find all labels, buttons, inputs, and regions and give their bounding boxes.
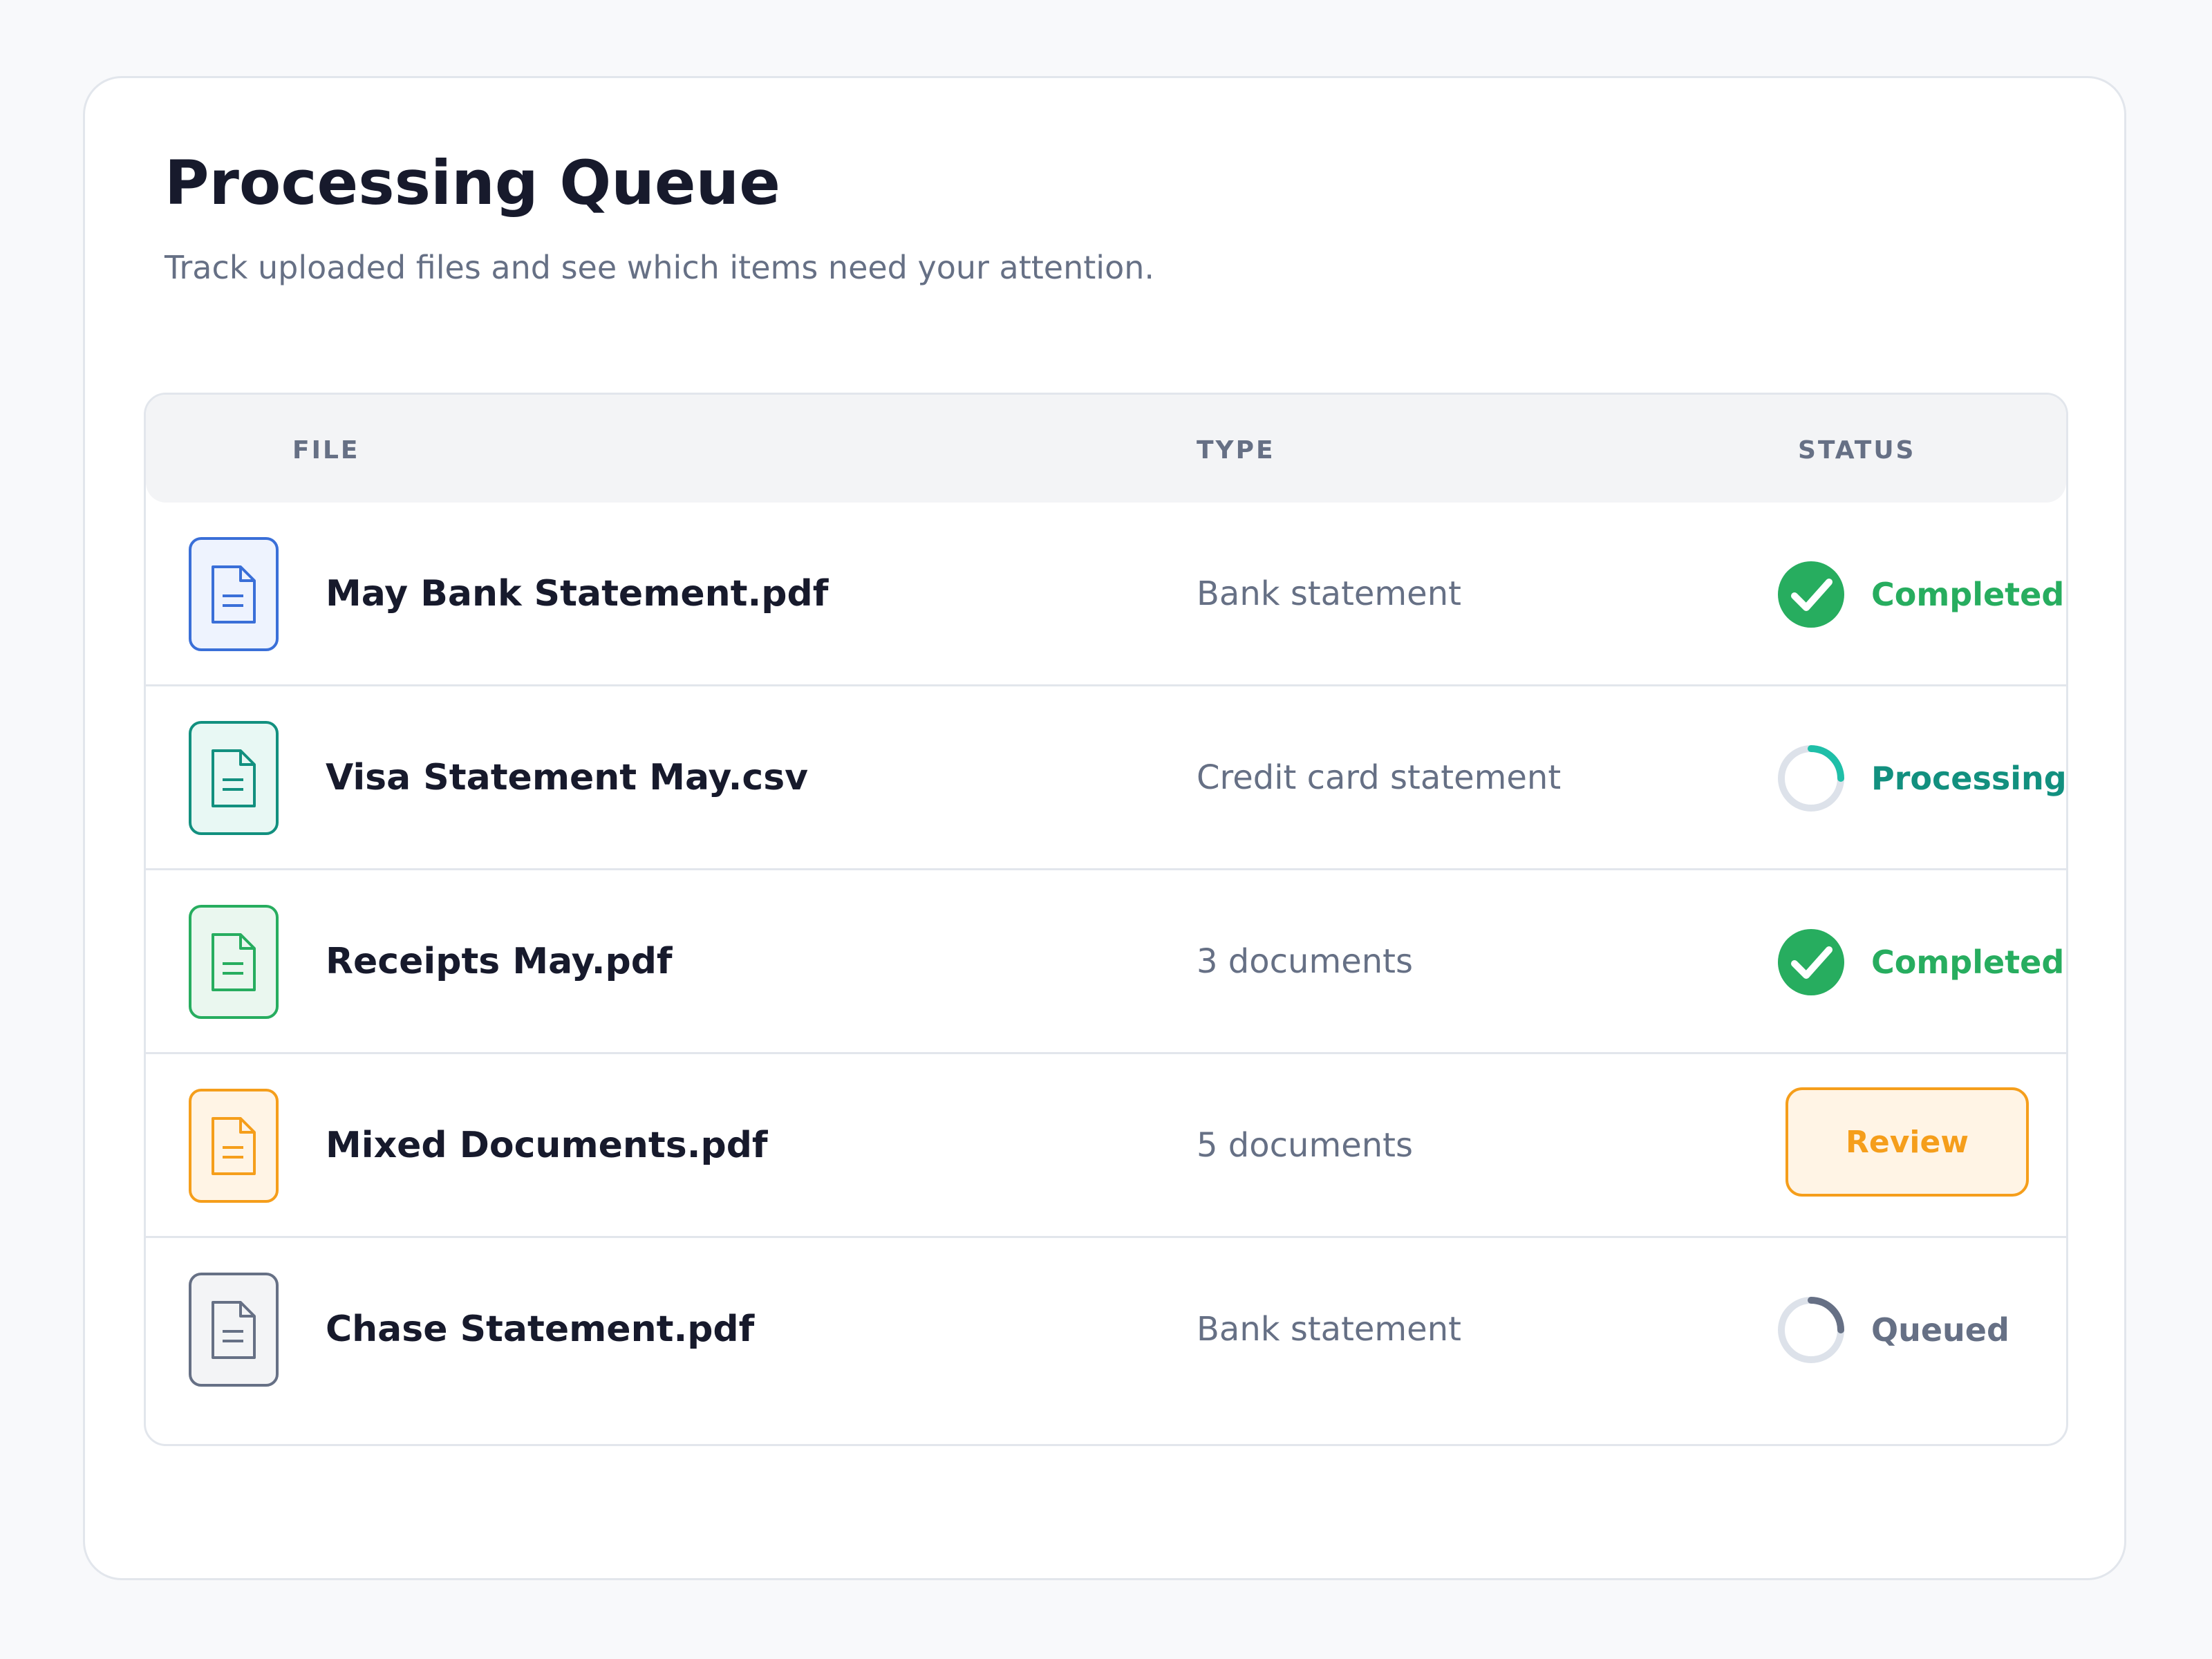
file-name: Visa Statement May.csv: [326, 757, 809, 798]
file-type: 3 documents: [1197, 942, 1413, 981]
check-circle-icon: [1778, 561, 1844, 628]
column-header-type: TYPE: [1197, 436, 1275, 465]
file-type: Bank statement: [1197, 1310, 1461, 1349]
table-row[interactable]: May Bank Statement.pdf Bank statement Co…: [146, 503, 2066, 686]
table-row[interactable]: Mixed Documents.pdf 5 documents Review: [146, 1054, 2066, 1238]
check-circle-icon: [1778, 929, 1844, 995]
file-type: Credit card statement: [1197, 758, 1562, 797]
spinner-icon: [1778, 1297, 1844, 1363]
file-name: Chase Statement.pdf: [326, 1309, 755, 1350]
queue-table: FILE TYPE STATUS May Bank Statement.pdf …: [144, 393, 2068, 1446]
page-title: Processing Queue: [165, 147, 780, 218]
status-label: Processing: [1871, 760, 2067, 797]
file-icon: [189, 537, 279, 651]
table-row[interactable]: Visa Statement May.csv Credit card state…: [146, 686, 2066, 870]
file-type: Bank statement: [1197, 574, 1461, 613]
column-header-file: FILE: [292, 436, 360, 465]
file-icon: [189, 905, 279, 1019]
file-name: Receipts May.pdf: [326, 941, 673, 982]
file-name: Mixed Documents.pdf: [326, 1125, 768, 1166]
status-label: Queued: [1871, 1311, 2009, 1349]
table-row[interactable]: Chase Statement.pdf Bank statement Queue…: [146, 1238, 2066, 1422]
spinner-icon: [1778, 745, 1844, 812]
table-header: FILE TYPE STATUS: [146, 395, 2066, 503]
table-row[interactable]: Receipts May.pdf 3 documents Completed: [146, 870, 2066, 1054]
column-header-status: STATUS: [1798, 436, 1916, 465]
review-button[interactable]: Review: [1785, 1087, 2029, 1197]
file-type: 5 documents: [1197, 1126, 1413, 1165]
status-label: Completed: [1871, 944, 2065, 981]
file-name: May Bank Statement.pdf: [326, 573, 829, 615]
file-icon: [189, 721, 279, 835]
file-icon: [189, 1089, 279, 1203]
page-subtitle: Track uploaded files and see which items…: [165, 249, 1154, 286]
file-icon: [189, 1273, 279, 1387]
status-label: Completed: [1871, 576, 2065, 613]
